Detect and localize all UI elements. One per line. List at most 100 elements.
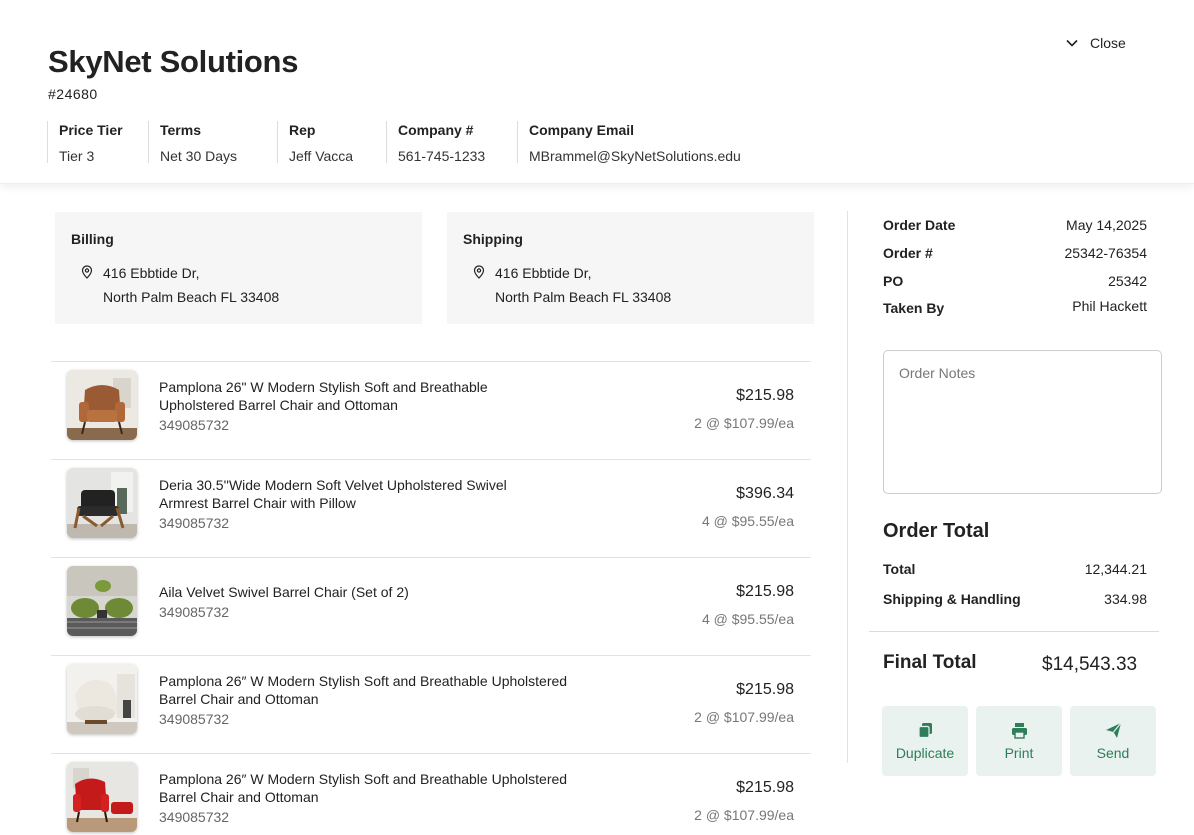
po-label: PO [883, 273, 904, 289]
item-quantity: 2 @ $107.99/ea [694, 807, 794, 823]
taken-by-value: Phil Hackett [1072, 298, 1147, 314]
billing-address-line2: North Palm Beach FL 33408 [103, 289, 280, 305]
meta-label: Rep [289, 122, 316, 138]
billing-address-line1: 416 Ebbtide Dr, [103, 265, 200, 281]
meta-label: Price Tier [59, 122, 123, 138]
item-quantity: 4 @ $95.55/ea [701, 611, 794, 627]
shipping-handling-row: Shipping & Handling 334.98 [883, 591, 1147, 607]
meta-company-email: Company Email MBrammel@SkyNetSolutions.e… [517, 121, 777, 164]
final-total-label: Final Total [883, 652, 977, 673]
order-number-label: Order # [883, 245, 933, 261]
shipping-title: Shipping [463, 231, 523, 247]
item-name-line2: Armrest Barrel Chair with Pillow [159, 495, 356, 511]
item-quantity: 2 @ $107.99/ea [694, 415, 794, 431]
meta-value: Jeff Vacca [289, 148, 354, 164]
item-sku: 349085732 [159, 417, 230, 433]
item-price: $215.98 [736, 681, 794, 698]
item-name-line2: Barrel Chair and Ottoman [159, 789, 319, 805]
order-items-list: Pamplona 26" W Modern Stylish Soft and B… [51, 361, 811, 835]
print-button[interactable]: Print [976, 706, 1062, 776]
list-item[interactable]: Pamplona 26″ W Modern Stylish Soft and B… [51, 655, 811, 753]
totals-divider [869, 631, 1159, 632]
duplicate-label: Duplicate [895, 744, 955, 761]
taken-by-label: Taken By [883, 300, 945, 316]
close-button[interactable]: Close [1064, 35, 1126, 51]
item-price: $215.98 [736, 387, 794, 404]
meta-value: 561-745-1233 [398, 148, 486, 164]
send-button[interactable]: Send [1070, 706, 1156, 776]
meta-value: Tier 3 [59, 148, 95, 164]
item-name-line1: Deria 30.5''Wide Modern Soft Velvet Upho… [159, 477, 507, 493]
item-name-line1: Pamplona 26″ W Modern Stylish Soft and B… [159, 771, 568, 787]
company-meta: Price Tier Tier 3 Terms Net 30 Days Rep … [47, 121, 777, 164]
order-date-value: May 14,2025 [1066, 217, 1147, 233]
shipping-handling-label: Shipping & Handling [883, 591, 1021, 607]
product-image-brown-leather-chair [67, 370, 137, 440]
item-description: Deria 30.5''Wide Modern Soft Velvet Upho… [159, 476, 569, 532]
meta-value: Net 30 Days [160, 148, 238, 164]
meta-label: Company # [398, 122, 474, 138]
total-row: Total 12,344.21 [883, 561, 1147, 577]
paper-plane-icon [1105, 722, 1121, 738]
product-image-green-chairs [67, 566, 137, 636]
total-value: 12,344.21 [1084, 561, 1147, 577]
meta-price-tier: Price Tier Tier 3 [47, 121, 148, 164]
item-sku: 349085732 [159, 515, 230, 531]
item-price: $396.34 [736, 485, 794, 502]
item-name-line2: Upholstered Barrel Chair and Ottoman [159, 397, 398, 413]
item-name-line1: Pamplona 26″ W Modern Stylish Soft and B… [159, 673, 568, 689]
shipping-address-line1: 416 Ebbtide Dr, [495, 265, 592, 281]
order-date-label: Order Date [883, 217, 956, 233]
location-pin-icon [473, 265, 485, 279]
order-total-title: Order Total [883, 520, 990, 542]
item-name-line1: Pamplona 26" W Modern Stylish Soft and B… [159, 379, 488, 395]
order-date-row: Order Date May 14,2025 [883, 217, 1147, 233]
order-notes-input[interactable] [883, 350, 1162, 494]
total-label: Total [883, 561, 916, 577]
product-image-black-wood-chair [67, 468, 137, 538]
item-quantity: 4 @ $95.55/ea [701, 513, 794, 529]
item-sku: 349085732 [159, 604, 230, 620]
copy-icon [917, 722, 932, 738]
list-item[interactable]: Deria 30.5''Wide Modern Soft Velvet Upho… [51, 459, 811, 557]
final-total-value: $14,543.33 [1042, 654, 1138, 675]
location-pin-icon [81, 265, 93, 279]
shipping-card: Shipping 416 Ebbtide Dr, North Palm Beac… [447, 212, 814, 324]
item-description: Pamplona 26" W Modern Stylish Soft and B… [159, 378, 569, 434]
item-name-line1: Aila Velvet Swivel Barrel Chair (Set of … [159, 584, 409, 600]
duplicate-button[interactable]: Duplicate [882, 706, 968, 776]
meta-terms: Terms Net 30 Days [148, 121, 277, 164]
item-price: $215.98 [736, 779, 794, 796]
meta-company-number: Company # 561-745-1233 [386, 121, 517, 164]
taken-by-row: Taken By Phil Hackett [883, 298, 1147, 316]
item-name-line2: Barrel Chair and Ottoman [159, 691, 319, 707]
item-sku: 349085732 [159, 711, 230, 727]
item-price: $215.98 [736, 583, 794, 600]
item-sku: 349085732 [159, 809, 230, 825]
company-id: #24680 [48, 86, 98, 102]
list-item[interactable]: Pamplona 26" W Modern Stylish Soft and B… [51, 361, 811, 459]
billing-title: Billing [71, 231, 114, 247]
meta-value: MBrammel@SkyNetSolutions.edu [529, 148, 741, 164]
item-description: Pamplona 26″ W Modern Stylish Soft and B… [159, 770, 569, 826]
order-number-value: 25342-76354 [1064, 245, 1147, 261]
po-row: PO 25342 [883, 273, 1147, 289]
list-item[interactable]: Pamplona 26″ W Modern Stylish Soft and B… [51, 753, 811, 835]
meta-label: Terms [160, 122, 201, 138]
meta-rep: Rep Jeff Vacca [277, 121, 386, 164]
item-description: Pamplona 26″ W Modern Stylish Soft and B… [159, 672, 569, 728]
product-image-red-chair-ottoman [67, 762, 137, 832]
print-label: Print [1004, 744, 1034, 761]
chevron-down-icon [1066, 39, 1078, 47]
shipping-handling-value: 334.98 [1104, 591, 1147, 607]
item-quantity: 2 @ $107.99/ea [694, 709, 794, 725]
send-label: Send [1096, 744, 1130, 761]
billing-card: Billing 416 Ebbtide Dr, North Palm Beach… [55, 212, 422, 324]
item-description: Aila Velvet Swivel Barrel Chair (Set of … [159, 583, 569, 621]
po-value: 25342 [1108, 273, 1147, 289]
list-item[interactable]: Aila Velvet Swivel Barrel Chair (Set of … [51, 557, 811, 655]
order-number-row: Order # 25342-76354 [883, 245, 1147, 261]
company-name: SkyNet Solutions [48, 44, 299, 79]
shipping-address-line2: North Palm Beach FL 33408 [495, 289, 672, 305]
close-label: Close [1090, 35, 1126, 51]
